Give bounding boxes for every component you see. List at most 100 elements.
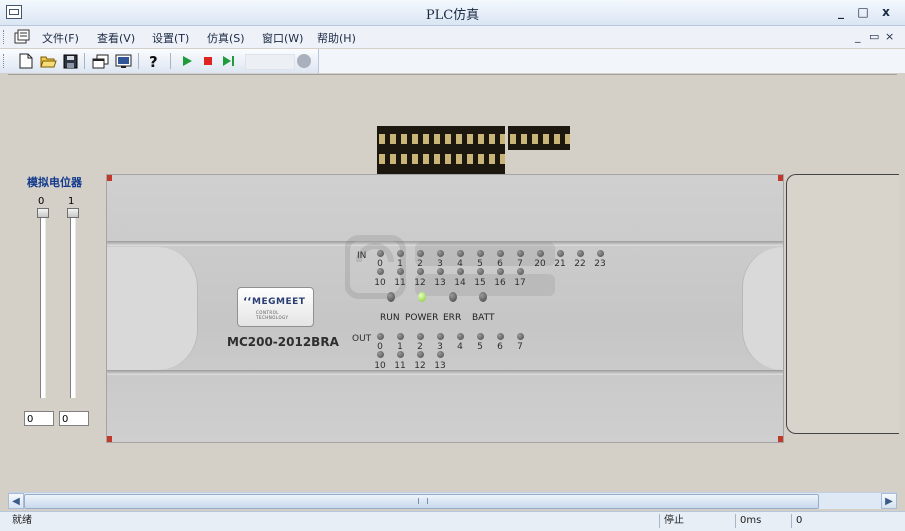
stop-icon[interactable] (199, 52, 217, 70)
input-led[interactable] (497, 268, 504, 275)
status-run-state: 停止 (659, 514, 734, 528)
err-label: ERR (443, 313, 462, 323)
step-run-icon[interactable] (220, 52, 238, 70)
toolbar-separator (170, 53, 171, 69)
input-led[interactable] (417, 268, 424, 275)
plc-unit (106, 174, 784, 443)
toolbar-grip[interactable] (3, 54, 6, 68)
err-indicator (449, 292, 457, 302)
input-led[interactable] (397, 250, 404, 257)
windows-icon[interactable] (91, 52, 109, 70)
mdi-document-icon[interactable] (14, 29, 32, 45)
input-led[interactable] (437, 268, 444, 275)
menu-simulate[interactable]: 仿真(S) (207, 30, 245, 46)
input-label: IN (357, 251, 367, 261)
input-number: 15 (474, 278, 486, 288)
input-number: 16 (494, 278, 506, 288)
potentiometer-slider-0-track[interactable] (40, 213, 46, 398)
input-led[interactable] (457, 268, 464, 275)
maximize-button[interactable]: □ (853, 3, 873, 21)
potentiometer-slider-1-thumb[interactable] (67, 208, 79, 218)
output-led[interactable] (497, 333, 504, 340)
output-number: 11 (394, 361, 406, 371)
input-led[interactable] (477, 268, 484, 275)
output-number: 12 (414, 361, 426, 371)
potentiometer-slider-0-thumb[interactable] (37, 208, 49, 218)
power-indicator (418, 292, 426, 302)
toolbar-separator (138, 53, 139, 69)
close-button[interactable]: x (876, 3, 896, 21)
menu-settings[interactable]: 设置(T) (152, 30, 189, 46)
batt-label: BATT (472, 313, 495, 323)
menu-help[interactable]: 帮助(H) (317, 30, 356, 46)
new-file-icon[interactable] (17, 52, 35, 70)
input-led[interactable] (417, 250, 424, 257)
status-scan-time: 0ms (735, 514, 790, 528)
input-led[interactable] (377, 268, 384, 275)
menu-file[interactable]: 文件(F) (42, 30, 79, 46)
output-led[interactable] (517, 333, 524, 340)
power-label: POWER (405, 313, 439, 323)
potentiometer-value-1[interactable]: 0 (59, 411, 89, 426)
scrollbar-thumb[interactable] (24, 494, 819, 509)
input-led[interactable] (497, 250, 504, 257)
output-led[interactable] (397, 333, 404, 340)
output-led[interactable] (477, 333, 484, 340)
simulation-speed-field[interactable] (245, 54, 295, 70)
input-led[interactable] (557, 250, 564, 257)
run-indicator (387, 292, 395, 302)
input-led[interactable] (437, 250, 444, 257)
input-led[interactable] (537, 250, 544, 257)
output-number: 6 (497, 342, 503, 352)
mdi-close-button[interactable]: × (885, 30, 894, 43)
output-led[interactable] (437, 351, 444, 358)
input-led[interactable] (517, 250, 524, 257)
output-number: 10 (374, 361, 386, 371)
potentiometer-label-1: 1 (68, 196, 75, 207)
input-number: 21 (554, 259, 566, 269)
status-ready: 就绪 (12, 515, 32, 526)
potentiometer-value-0[interactable]: 0 (24, 411, 54, 426)
input-led[interactable] (377, 250, 384, 257)
menu-window[interactable]: 窗口(W) (262, 30, 303, 46)
menu-view[interactable]: 查看(V) (97, 30, 135, 46)
input-number: 20 (534, 259, 546, 269)
input-led[interactable] (577, 250, 584, 257)
refresh-icon[interactable] (297, 54, 311, 68)
expansion-panel (786, 174, 899, 434)
toolbar-separator (84, 53, 85, 69)
input-number: 17 (514, 278, 526, 288)
open-folder-icon[interactable] (39, 52, 57, 70)
plc-corner-mark (778, 436, 783, 442)
input-led[interactable] (517, 268, 524, 275)
input-led[interactable] (397, 268, 404, 275)
title-bar: PLC仿真 _ □ x (0, 0, 905, 26)
menubar-grip[interactable] (3, 30, 6, 44)
display-icon[interactable] (114, 52, 132, 70)
output-led[interactable] (417, 333, 424, 340)
scroll-left-icon[interactable]: ◀ (8, 493, 24, 509)
run-label: RUN (380, 313, 400, 323)
output-led[interactable] (417, 351, 424, 358)
horizontal-scrollbar[interactable]: ◀ ▶ (8, 492, 897, 509)
input-led[interactable] (457, 250, 464, 257)
save-icon[interactable] (61, 52, 79, 70)
output-led[interactable] (377, 351, 384, 358)
minimize-button[interactable]: _ (831, 3, 851, 21)
plc-corner-mark (107, 175, 112, 181)
help-icon[interactable]: ? (145, 52, 163, 70)
output-led[interactable] (397, 351, 404, 358)
output-led[interactable] (457, 333, 464, 340)
toolbar-background (319, 49, 905, 73)
output-led[interactable] (377, 333, 384, 340)
mdi-restore-button[interactable]: ▭ (869, 30, 879, 43)
potentiometer-slider-1-track[interactable] (70, 213, 76, 398)
scroll-right-icon[interactable]: ▶ (881, 493, 897, 509)
svg-text:?: ? (149, 53, 158, 70)
input-led[interactable] (477, 250, 484, 257)
run-icon[interactable] (178, 52, 196, 70)
mdi-minimize-button[interactable]: _ (855, 30, 861, 43)
potentiometer-label-0: 0 (38, 196, 45, 207)
input-led[interactable] (597, 250, 604, 257)
output-led[interactable] (437, 333, 444, 340)
